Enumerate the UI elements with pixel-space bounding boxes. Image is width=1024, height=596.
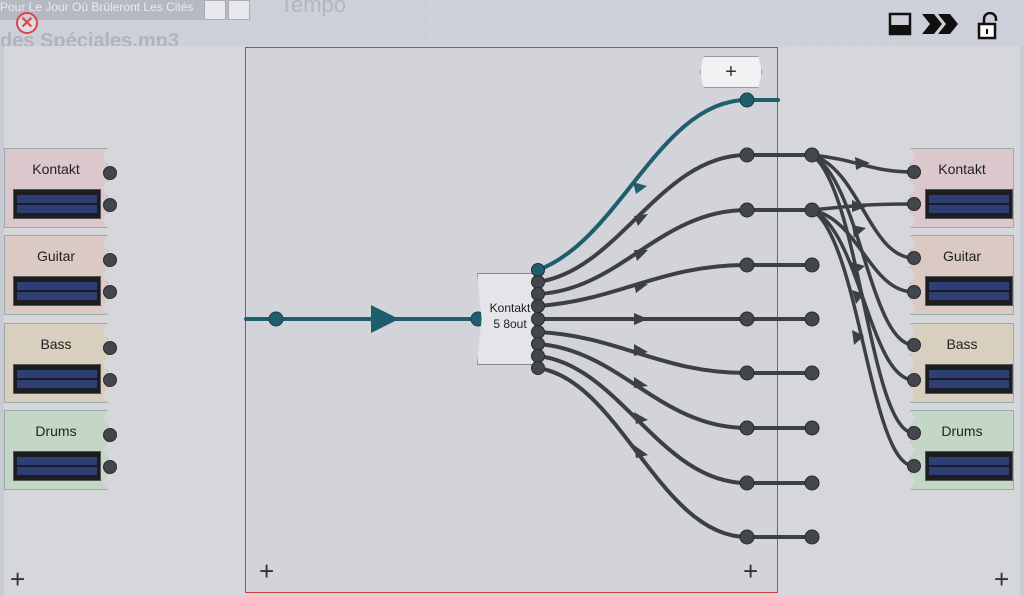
add-input-button[interactable]: +	[10, 566, 25, 592]
output-wire-2	[536, 153, 814, 284]
add-chain-right-button[interactable]: +	[743, 558, 758, 584]
output-wire-8	[536, 354, 814, 485]
add-chain-left-button[interactable]: +	[259, 558, 274, 584]
plugin-name: Kontakt 5 8out	[489, 301, 531, 331]
output-wire-3	[536, 208, 814, 296]
plugin-kontakt-node[interactable]: Kontakt 5 8out	[477, 273, 535, 365]
output-wire-1	[536, 98, 780, 272]
add-output-button[interactable]: +	[994, 566, 1009, 592]
